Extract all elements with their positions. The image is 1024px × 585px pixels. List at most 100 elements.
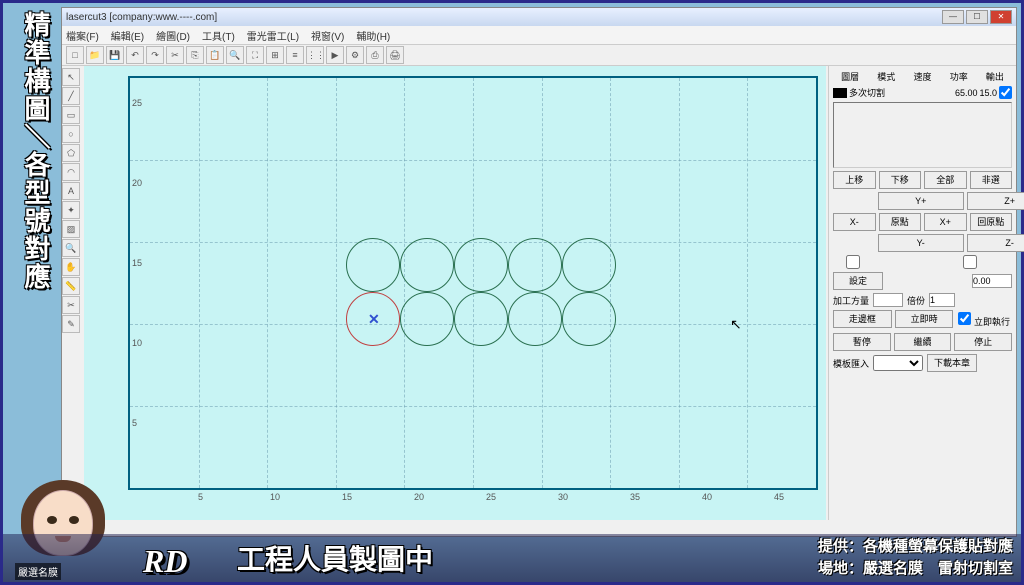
edit-icon[interactable]: ✎: [62, 315, 80, 333]
template-select[interactable]: [873, 355, 923, 371]
menu-item[interactable]: 繪圖(D): [156, 28, 190, 43]
z-minus-button[interactable]: Z-: [967, 234, 1024, 252]
menu-item[interactable]: 檔案(F): [66, 28, 99, 43]
accel-input[interactable]: [873, 293, 903, 307]
polygon-icon[interactable]: ⬠: [62, 144, 80, 162]
overlay-info: 提供：各機種螢幕保護貼對應 場地：嚴選名膜 雷射切割室: [818, 536, 1013, 580]
home-button[interactable]: 回原點: [970, 213, 1013, 231]
paste-icon[interactable]: 📋: [206, 46, 224, 64]
zoom-icon[interactable]: 🔍: [226, 46, 244, 64]
fit-icon[interactable]: ⛶: [246, 46, 264, 64]
canvas[interactable]: ✕ ↖ 25 20 15 10 5 5 10 15 20 25 30 35 40…: [84, 66, 826, 520]
resume-button[interactable]: 繼續: [894, 333, 952, 351]
circle-shape[interactable]: [346, 238, 400, 292]
circle-shape[interactable]: [508, 292, 562, 346]
menu-item[interactable]: 工具(T): [202, 28, 235, 43]
pause-button[interactable]: 暫停: [833, 333, 891, 351]
x-axis-tick: 20: [414, 492, 424, 502]
open-icon[interactable]: 📁: [86, 46, 104, 64]
print-icon[interactable]: 🖨: [386, 46, 404, 64]
menu-item[interactable]: 編輯(E): [111, 28, 144, 43]
menu-item[interactable]: 視窗(V): [311, 28, 344, 43]
pan-icon[interactable]: ✋: [62, 258, 80, 276]
save-icon[interactable]: 💾: [106, 46, 124, 64]
circle-shape[interactable]: [454, 292, 508, 346]
download-button[interactable]: 下載本章: [927, 354, 977, 372]
right-panel: 圖層模式速度功率輸出 多次切割 65.00 15.0 上移 下移 全部 非選 Y…: [828, 66, 1016, 520]
grid-icon[interactable]: ⊞: [266, 46, 284, 64]
menu-item[interactable]: 雷光雷工(L): [247, 28, 299, 43]
z-plus-button[interactable]: Z+: [967, 192, 1024, 210]
measure-icon[interactable]: 📏: [62, 277, 80, 295]
invert-button[interactable]: 非選: [970, 171, 1013, 189]
layer-row[interactable]: 多次切割 65.00 15.0: [831, 85, 1014, 100]
y-axis-tick: 5: [132, 418, 137, 428]
zoom-tool-icon[interactable]: 🔍: [62, 239, 80, 257]
proc-input[interactable]: [972, 274, 1012, 288]
overlay-left-text: 精準構圖＼各型號對應: [11, 11, 55, 291]
x-plus-button[interactable]: X+: [924, 213, 967, 231]
settings-icon[interactable]: ⚙: [346, 46, 364, 64]
menubar: 檔案(F) 編輯(E) 繪圖(D) 工具(T) 雷光雷工(L) 視窗(V) 輔助…: [62, 26, 1016, 44]
circle-shape[interactable]: [562, 292, 616, 346]
cut-icon[interactable]: ✂: [166, 46, 184, 64]
color-swatch[interactable]: [833, 88, 847, 98]
center-mark-icon: ✕: [368, 311, 380, 328]
left-toolbar: ↖ ╱ ▭ ○ ⬠ ◠ A ✦ ▨ 🔍 ✋ 📏 ✂ ✎: [62, 66, 82, 496]
overlay-title-sub: 工程人員製圖中: [237, 538, 433, 578]
now-button[interactable]: 立即時: [895, 310, 954, 328]
output-icon[interactable]: ⎙: [366, 46, 384, 64]
x-axis-tick: 35: [630, 492, 640, 502]
new-icon[interactable]: □: [66, 46, 84, 64]
line-icon[interactable]: ╱: [62, 87, 80, 105]
y-minus-button[interactable]: Y-: [878, 234, 964, 252]
frame-button[interactable]: 走邊框: [833, 310, 892, 328]
immediate-checkbox[interactable]: 立即執行: [958, 312, 1010, 328]
circle-shape[interactable]: [562, 238, 616, 292]
set-button[interactable]: 設定: [833, 272, 883, 290]
circle-shape[interactable]: [400, 292, 454, 346]
toolbar: □ 📁 💾 ↶ ↷ ✂ ⎘ 📋 🔍 ⛶ ⊞ ≡ ⋮⋮ ▶ ⚙ ⎙ 🖨: [62, 44, 1016, 66]
y-plus-button[interactable]: Y+: [878, 192, 964, 210]
circle-icon[interactable]: ○: [62, 125, 80, 143]
logo-small: 嚴選名膜: [15, 563, 61, 580]
arc-icon[interactable]: ◠: [62, 163, 80, 181]
minimize-button[interactable]: —: [942, 10, 964, 24]
undo-icon[interactable]: ↶: [126, 46, 144, 64]
y-axis-tick: 20: [132, 178, 142, 188]
move-up-button[interactable]: 上移: [833, 171, 876, 189]
circle-shape[interactable]: [508, 238, 562, 292]
cut-tool-icon[interactable]: ✂: [62, 296, 80, 314]
menu-item[interactable]: 輔助(H): [356, 28, 390, 43]
origin-button[interactable]: 原點: [879, 213, 922, 231]
sim-icon[interactable]: ▶: [326, 46, 344, 64]
titlebar: lasercut3 [company:www.----.com] — ☐ ✕: [62, 8, 1016, 26]
redo-icon[interactable]: ↷: [146, 46, 164, 64]
text-icon[interactable]: A: [62, 182, 80, 200]
x-minus-button[interactable]: X-: [833, 213, 876, 231]
node-icon[interactable]: ✦: [62, 201, 80, 219]
circle-shape[interactable]: [454, 238, 508, 292]
stop-button[interactable]: 停止: [954, 333, 1012, 351]
all-button[interactable]: 全部: [924, 171, 967, 189]
layer-table-header: 圖層模式速度功率輸出: [831, 68, 1014, 85]
maximize-button[interactable]: ☐: [966, 10, 988, 24]
chk[interactable]: [950, 255, 990, 269]
rect-icon[interactable]: ▭: [62, 106, 80, 124]
array-icon[interactable]: ⋮⋮: [306, 46, 324, 64]
cursor-icon: ↖: [730, 316, 742, 333]
layer-icon[interactable]: ≡: [286, 46, 304, 64]
fill-icon[interactable]: ▨: [62, 220, 80, 238]
output-checkbox[interactable]: [999, 86, 1012, 99]
select-icon[interactable]: ↖: [62, 68, 80, 86]
copy-icon[interactable]: ⎘: [186, 46, 204, 64]
drawing-area[interactable]: ✕ ↖ 25 20 15 10 5 5 10 15 20 25 30 35 40…: [128, 76, 818, 490]
y-axis-tick: 15: [132, 258, 142, 268]
close-button[interactable]: ✕: [990, 10, 1012, 24]
y-axis-tick: 25: [132, 98, 142, 108]
move-down-button[interactable]: 下移: [879, 171, 922, 189]
window-title: lasercut3 [company:www.----.com]: [66, 12, 217, 23]
times-input[interactable]: [929, 293, 955, 307]
chk[interactable]: [833, 255, 873, 269]
circle-shape[interactable]: [400, 238, 454, 292]
